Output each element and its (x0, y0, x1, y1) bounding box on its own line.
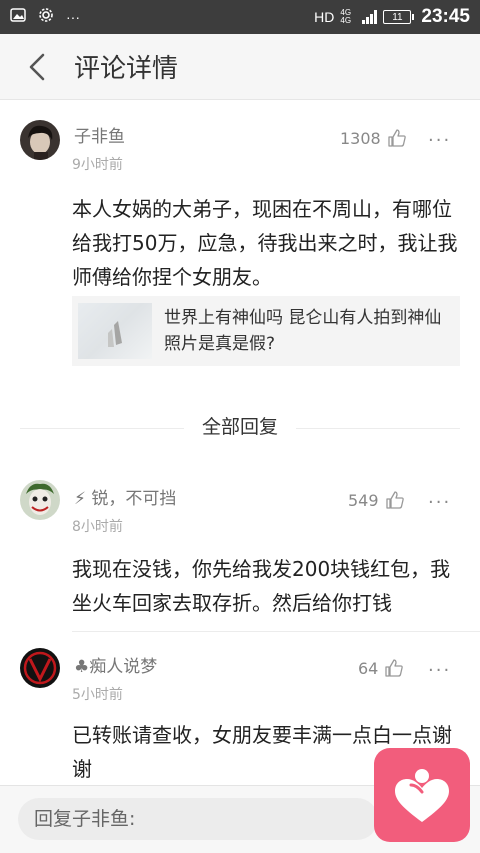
more-options-button[interactable]: ··· (428, 130, 451, 151)
avatar[interactable] (20, 648, 60, 688)
battery-level: 11 (392, 11, 403, 23)
top-navigation-bar: 评论详情 (0, 34, 480, 100)
like-count: 549 (348, 490, 379, 510)
like-button[interactable]: 64 (358, 658, 404, 678)
comment-time: 8小时前 (72, 519, 123, 535)
more-options-button[interactable]: ··· (428, 492, 451, 513)
favorite-button[interactable] (374, 748, 470, 842)
reply-input[interactable] (18, 798, 378, 840)
clock: 23:45 (421, 6, 470, 27)
status-bar: ··· HD 4G 4G 11 23:45 (0, 0, 480, 34)
battery-icon: 11 (383, 10, 415, 24)
thumbs-up-icon (388, 129, 406, 147)
back-button[interactable] (0, 34, 74, 100)
comment-author[interactable]: ♣痴人说梦 (74, 652, 157, 677)
picture-icon (10, 7, 26, 27)
thumbs-up-icon (385, 659, 404, 677)
more-options-button[interactable]: ··· (428, 660, 451, 681)
page-title: 评论详情 (74, 54, 179, 84)
heart-icon (395, 769, 449, 822)
avatar[interactable] (20, 480, 60, 520)
replies-section-header: 全部回复 (0, 412, 480, 439)
comment-content: 我现在没钱，你先给我发200块钱红包，我坐火车回家去取存折。然后给你打钱 (72, 557, 451, 615)
chevron-left-icon (29, 53, 45, 80)
comment-author[interactable]: 子非鱼 (74, 122, 125, 147)
gear-icon (38, 7, 54, 28)
like-count: 1308 (340, 128, 381, 148)
like-button[interactable]: 1308 (340, 128, 407, 148)
like-count: 64 (358, 658, 379, 678)
signal-icon (362, 10, 378, 24)
like-button[interactable]: 549 (348, 490, 405, 510)
comment-time: 5小时前 (72, 687, 123, 703)
thumbs-up-icon (385, 491, 404, 509)
comment-content: 本人女娲的大弟子，现困在不周山，有哪位给我打50万，应急，待我出来之时，我让我师… (72, 197, 458, 289)
article-thumbnail (78, 303, 152, 359)
linked-article-card[interactable]: 世界上有神仙吗 昆仑山有人拍到神仙照片是真是假? (72, 296, 460, 366)
comment-author[interactable]: ⚡ 锐，不可挡 (74, 484, 176, 509)
network-type: 4G 4G (340, 8, 352, 25)
reply-item: ⚡ 锐，不可挡 8小时前 549 ··· 我现在没钱，你先给我发200块钱红包，… (0, 462, 480, 630)
avatar[interactable] (20, 120, 60, 160)
more-notifications-icon: ··· (66, 9, 80, 25)
hd-indicator: HD (314, 9, 335, 25)
section-title: 全部回复 (183, 416, 296, 438)
comment-time: 9小时前 (72, 157, 123, 173)
article-title: 世界上有神仙吗 昆仑山有人拍到神仙照片是真是假? (164, 308, 442, 354)
